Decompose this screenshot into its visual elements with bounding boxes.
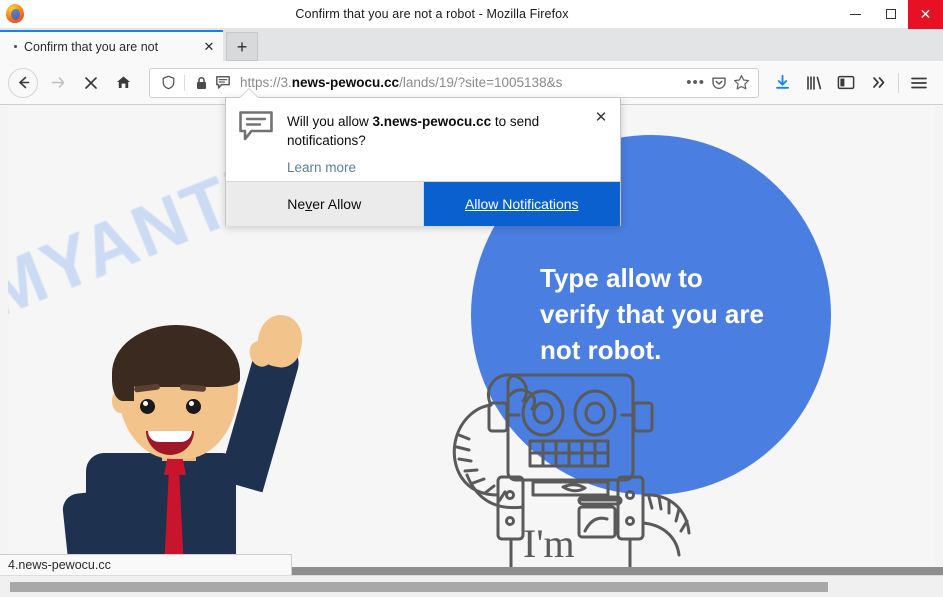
url-path: /lands/19/?site=1005138&s: [399, 75, 563, 90]
doorhanger-message-host: 3.news-pewocu.cc: [372, 114, 492, 129]
status-link-target: 4.news-pewocu.cc: [8, 558, 111, 572]
firefox-logo-icon: [4, 3, 26, 25]
doorhanger-button-row: Ne v er Allow Allow Notifications: [226, 181, 620, 226]
tab-close-icon[interactable]: ✕: [201, 39, 217, 55]
never-allow-button[interactable]: Ne v er Allow: [226, 182, 424, 226]
tab-strip: Confirm that you are not ✕ +: [0, 29, 943, 61]
window-titlebar: Confirm that you are not a robot - Mozil…: [0, 0, 943, 29]
never-allow-accel: v: [305, 196, 313, 212]
doorhanger-message: Will you allow 3.news-pewocu.cc to send …: [287, 112, 578, 150]
firefox-browser-window: Confirm that you are not a robot - Mozil…: [0, 0, 943, 597]
scrollbar-thumb[interactable]: [10, 582, 828, 592]
url-text[interactable]: https://3.news-pewocu.cc/lands/19/?site=…: [240, 75, 683, 90]
doorhanger-message-prefix: Will you allow: [287, 114, 373, 129]
notification-bubble-icon: [238, 110, 274, 142]
toolbar-divider: [898, 72, 899, 93]
allow-notifications-button[interactable]: Allow Notifications: [423, 182, 620, 226]
status-bar: 4.news-pewocu.cc: [0, 554, 292, 575]
tab-bullet-icon: [14, 45, 17, 48]
man-sideburn: [112, 357, 134, 401]
horizontal-scrollbar[interactable]: [0, 575, 943, 597]
library-button[interactable]: [798, 67, 830, 99]
padlock-icon[interactable]: [190, 72, 212, 94]
doorhanger-arrow: [240, 89, 258, 98]
notification-permission-icon[interactable]: [212, 72, 234, 94]
home-button[interactable]: [107, 67, 140, 99]
sidebar-toggle-button[interactable]: [830, 67, 862, 99]
tab-title: Confirm that you are not: [24, 39, 159, 54]
robot-sketch-illustration: I'm: [403, 335, 703, 572]
pocket-icon[interactable]: [708, 72, 730, 94]
window-controls: ✕: [838, 0, 943, 29]
app-menu-button[interactable]: [903, 67, 935, 99]
notification-permission-doorhanger: Will you allow 3.news-pewocu.cc to send …: [225, 97, 621, 226]
overflow-button[interactable]: [862, 67, 894, 99]
maximize-button[interactable]: [873, 0, 908, 29]
tab-active[interactable]: Confirm that you are not ✕: [0, 30, 223, 61]
close-button[interactable]: ✕: [908, 0, 943, 29]
cartoon-man-illustration: I'm not a Robot: [60, 311, 370, 572]
url-domain: news-pewocu.cc: [291, 75, 400, 90]
urlbar-divider: [184, 74, 185, 91]
robot-caption: I'm: [523, 521, 575, 566]
downloads-button[interactable]: [766, 67, 798, 99]
url-scheme: https://3.: [240, 75, 292, 90]
learn-more-link[interactable]: Learn more: [287, 160, 606, 175]
never-allow-post: er Allow: [312, 196, 362, 212]
bookmark-star-icon[interactable]: [730, 72, 752, 94]
allow-post: llow Notifications: [474, 196, 579, 212]
never-allow-pre: Ne: [287, 196, 306, 212]
minimize-button[interactable]: [838, 0, 873, 29]
stop-button[interactable]: [74, 67, 107, 99]
tracking-protection-shield-icon[interactable]: [157, 72, 179, 94]
doorhanger-close-icon[interactable]: ✕: [592, 108, 610, 126]
window-title: Confirm that you are not a robot - Mozil…: [295, 7, 569, 21]
new-tab-button[interactable]: +: [226, 32, 258, 61]
allow-accel: A: [464, 196, 475, 212]
doorhanger-body: Will you allow 3.news-pewocu.cc to send …: [226, 98, 620, 181]
man-eye-right: [186, 399, 201, 414]
forward-button: [41, 67, 74, 99]
page-actions-button[interactable]: •••: [683, 75, 708, 90]
back-button[interactable]: [8, 67, 38, 98]
toolbar-right-icons: [766, 67, 935, 99]
man-eye-left: [140, 399, 155, 414]
